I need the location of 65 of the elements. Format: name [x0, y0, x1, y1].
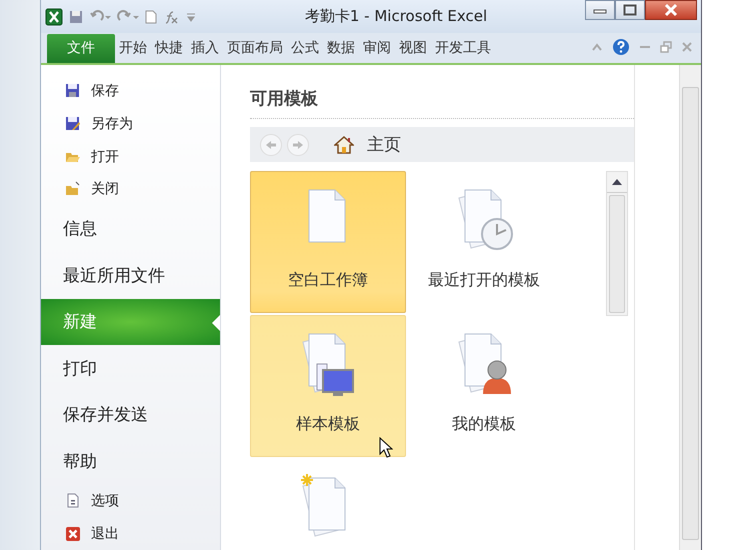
template-tile[interactable]: 我的模板 — [406, 315, 562, 457]
sidebar-item[interactable]: 帮助 — [41, 438, 220, 485]
template-tile[interactable]: 最近打开的模板 — [406, 171, 562, 313]
sidebar-item[interactable]: 保存 — [41, 75, 220, 108]
window-title: 考勤卡1 - Microsoft Excel — [304, 7, 488, 26]
close-button[interactable] — [645, 0, 697, 20]
tile-label: 空白工作簿 — [288, 270, 368, 291]
breadcrumb-link[interactable]: 主页 — [367, 133, 401, 156]
sidebar-item[interactable]: 打印 — [41, 345, 220, 392]
ribbon-tab[interactable]: 视图 — [395, 39, 431, 63]
template-tile[interactable]: 样本模板 — [250, 315, 406, 457]
item-label: 选项 — [91, 492, 119, 510]
file-tab[interactable]: 文件 — [47, 34, 115, 63]
tile-label: 最近打开的模板 — [428, 270, 540, 291]
sidebar-item[interactable]: 保存并发送 — [41, 392, 220, 438]
close-icon — [65, 526, 81, 542]
item-label: 退出 — [91, 524, 119, 543]
forward-button[interactable] — [287, 134, 309, 156]
ribbon-tab[interactable]: 页面布局 — [223, 39, 287, 63]
left-arrow-icon — [265, 140, 277, 150]
restore-icon[interactable] — [660, 41, 672, 53]
ribbon-tab[interactable]: 开始 — [115, 39, 151, 63]
maximize-icon — [623, 4, 637, 16]
right-arrow-icon — [292, 140, 304, 150]
app-logo-icon — [45, 8, 63, 26]
tile-label: 样本模板 — [296, 414, 360, 435]
sidebar-item[interactable]: 选项 — [41, 484, 220, 518]
redo-icon[interactable] — [117, 10, 139, 24]
scrollbar[interactable] — [679, 65, 701, 550]
maximize-button[interactable] — [615, 0, 645, 20]
sidebar-item[interactable]: 信息 — [41, 206, 220, 252]
template-tile[interactable]: 空白工作簿 — [250, 171, 406, 313]
sidebar-item[interactable]: 打开 — [41, 140, 220, 173]
back-button[interactable] — [260, 134, 282, 156]
ribbon-tab[interactable]: 快捷 — [151, 39, 187, 63]
folder-icon — [65, 181, 81, 198]
ribbon-tab[interactable]: 审阅 — [359, 39, 395, 63]
sidebar-item[interactable]: 退出 — [41, 517, 220, 550]
floppy-disk-pencil-icon — [65, 116, 81, 132]
document-icon[interactable] — [145, 10, 157, 24]
ribbon-tab[interactable]: 开发工具 — [431, 39, 495, 63]
collapse-ribbon-icon[interactable] — [591, 42, 603, 52]
close-icon[interactable] — [681, 41, 693, 53]
scrollbar[interactable] — [606, 171, 628, 316]
item-label: 关闭 — [91, 180, 119, 198]
document-icon — [65, 493, 81, 510]
home-icon — [334, 136, 354, 154]
sidebar-item[interactable]: 另存为 — [41, 108, 220, 140]
ribbon-tab[interactable]: 公式 — [287, 39, 323, 63]
undo-icon[interactable] — [89, 10, 111, 24]
function-icon[interactable] — [163, 10, 179, 24]
item-label: 打开 — [91, 148, 119, 166]
ribbon-tab[interactable]: 数据 — [323, 39, 359, 63]
save-icon[interactable] — [69, 10, 83, 24]
close-icon — [663, 3, 679, 17]
sidebar-item[interactable]: 关闭 — [41, 172, 220, 206]
minimize-button[interactable] — [585, 0, 615, 20]
tile-label: 我的模板 — [452, 414, 516, 435]
mouse-pointer-icon — [379, 437, 393, 459]
sidebar-item[interactable]: 最近所用文件 — [41, 252, 220, 299]
item-label: 另存为 — [91, 114, 133, 133]
item-label: 保存 — [91, 82, 119, 100]
scroll-up-icon[interactable] — [612, 179, 622, 185]
help-icon[interactable] — [612, 38, 630, 56]
ribbon-tab[interactable]: 插入 — [187, 39, 223, 63]
